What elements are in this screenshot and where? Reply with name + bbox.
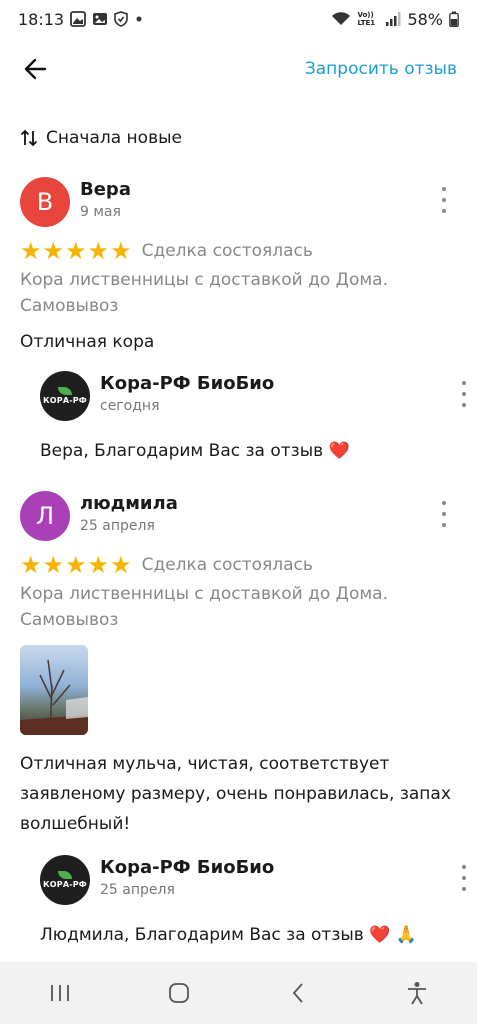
nav-back-button[interactable] [268,973,328,1013]
photo-icon [92,11,108,27]
review-photo[interactable] [20,645,88,735]
review-text-line: Отличная мульча, чистая, соответствует [20,754,390,774]
arrow-left-icon [24,58,47,80]
rating-row: ★ ★ ★ ★ ★ Сделка состоялась [20,239,460,263]
reply-more-options-button[interactable] [458,865,470,891]
accessibility-icon [408,982,427,1005]
product-name[interactable]: Кора лиственницы с доставкой до Дома. Са… [20,581,460,633]
dot-icon [134,14,144,24]
author-name[interactable]: Вера [80,179,131,200]
avatar[interactable]: Л [20,491,70,541]
accessibility-button[interactable] [387,973,447,1013]
wifi-icon [331,11,351,27]
shop-info: Кора-РФ БиоБио 25 апреля [100,857,274,898]
author-info: людмила 25 апреля [80,493,178,534]
reply-text: Людмила, Благодарим Вас за отзыв ❤️ 🙏 [40,925,417,945]
review-date: 9 мая [80,204,121,220]
seller-reply: КОРА-РФ Кора-РФ БиоБио сегодня Вера, Бла… [40,371,466,461]
battery-icon [449,11,459,27]
review-text: Отличная кора [20,332,155,352]
shop-logo[interactable]: КОРА-РФ [40,371,90,421]
product-line: Самовывоз [20,296,119,316]
home-icon [168,983,189,1003]
star-rating: ★ ★ ★ ★ ★ [20,239,132,263]
star-icon: ★ [110,551,132,579]
review-card: В Вера 9 мая ★ ★ ★ ★ ★ Сделка состоялась Кор… [20,177,466,461]
star-icon: ★ [87,551,110,579]
shop-name[interactable]: Кора-РФ БиоБио [100,857,274,878]
review-card: Л людмила 25 апреля ★ ★ ★ ★ ★ Сделка состоял… [20,491,466,945]
reply-header: КОРА-РФ Кора-РФ БиоБио сегодня [40,371,466,421]
rating-row: ★ ★ ★ ★ ★ Сделка состоялась [20,553,460,577]
toolbar: Запросить отзыв [0,38,477,100]
product-line: Кора лиственницы с доставкой до Дома. [20,270,388,290]
product-name[interactable]: Кора лиственницы с доставкой до Дома. Са… [20,267,460,319]
product-line: Самовывоз [20,610,119,630]
star-icon: ★ [87,237,110,265]
review-header: В Вера 9 мая [20,177,460,227]
seller-reply: КОРА-РФ Кора-РФ БиоБио 25 апреля Людмила… [40,855,466,945]
network-label: Vo)) LTE1 [357,11,376,27]
reply-text: Вера, Благодарим Вас за отзыв ❤️ [40,441,350,461]
star-icon: ★ [42,237,65,265]
avatar-letter: Л [35,502,55,530]
leaf-icon [58,387,72,395]
back-icon [292,983,303,1003]
logo-text: КОРА-РФ [43,880,87,889]
star-icon: ★ [42,551,65,579]
sort-button[interactable]: Сначала новые [20,128,182,148]
sort-arrows-icon [20,129,38,147]
request-review-button[interactable]: Запросить отзыв [305,59,457,79]
star-icon: ★ [110,237,132,265]
signal-icon [385,11,401,27]
gallery-icon [70,11,87,27]
deal-status: Сделка состоялась [141,241,313,261]
avatar[interactable]: В [20,177,70,227]
recent-apps-icon [50,985,69,1001]
sort-label: Сначала новые [46,128,182,148]
star-rating: ★ ★ ★ ★ ★ [20,553,132,577]
star-icon: ★ [65,237,87,265]
review-text: Отличная мульча, чистая, соответствует з… [20,749,460,839]
star-icon: ★ [20,237,42,265]
status-left: 18:13 [18,10,144,29]
leaf-icon [58,871,72,879]
battery-percent: 58% [407,9,443,29]
shield-icon [114,11,128,27]
shop-logo[interactable]: КОРА-РФ [40,855,90,905]
status-right: Vo)) LTE1 58% [331,10,459,29]
review-header: Л людмила 25 апреля [20,491,460,541]
author-name[interactable]: людмила [80,493,178,514]
status-bar: 18:13 Vo)) LTE1 58% [0,0,477,38]
home-button[interactable] [149,973,209,1013]
system-nav-bar [0,962,477,1024]
more-options-button[interactable] [438,501,450,527]
reply-date: 25 апреля [100,882,175,898]
star-icon: ★ [20,551,42,579]
product-line: Кора лиственницы с доставкой до Дома. [20,584,388,604]
reply-date: сегодня [100,398,160,414]
logo-text: КОРА-РФ [43,396,87,405]
shop-info: Кора-РФ БиоБио сегодня [100,373,274,414]
review-text-line: заявленому размеру, очень понравилась, з… [20,784,451,804]
review-date: 25 апреля [80,518,155,534]
star-icon: ★ [65,551,87,579]
deal-status: Сделка состоялась [141,555,313,575]
review-text-line: волшебный! [20,814,131,834]
clock: 18:13 [18,9,65,29]
avatar-letter: В [36,188,54,216]
author-info: Вера 9 мая [80,179,131,220]
reply-more-options-button[interactable] [458,381,470,407]
tree-photo [20,659,88,735]
recent-apps-button[interactable] [30,973,90,1013]
shop-name[interactable]: Кора-РФ БиоБио [100,373,274,394]
more-options-button[interactable] [438,187,450,213]
back-button[interactable] [20,53,52,85]
reply-header: КОРА-РФ Кора-РФ БиоБио 25 апреля [40,855,466,905]
